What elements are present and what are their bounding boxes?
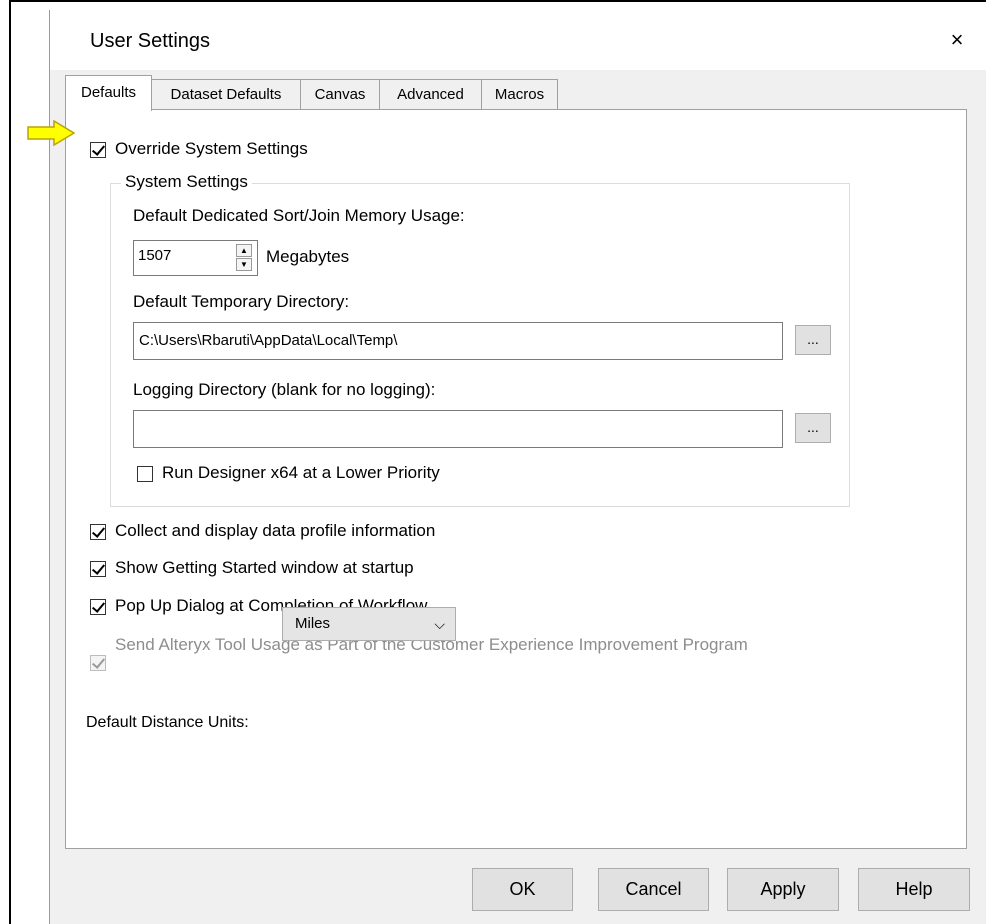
- send-usage-label: Send Alteryx Tool Usage as Part of the C…: [115, 635, 748, 654]
- close-icon: ×: [950, 27, 964, 52]
- override-system-settings-checkbox[interactable]: [90, 142, 106, 158]
- screenshot-frame-left: [9, 0, 11, 924]
- memory-usage-spinner[interactable]: 1507 ▲ ▼: [133, 240, 258, 276]
- memory-usage-value: 1507: [138, 247, 172, 264]
- checkmark-icon: [91, 524, 106, 538]
- cancel-button[interactable]: Cancel: [598, 868, 709, 911]
- tab-label: Defaults: [80, 84, 137, 101]
- logging-directory-label: Logging Directory (blank for no logging)…: [133, 380, 436, 399]
- help-button[interactable]: Help: [858, 868, 970, 911]
- yellow-arrow-annotation: [27, 120, 75, 146]
- spin-down-button[interactable]: ▼: [236, 258, 252, 271]
- tab-label: Canvas: [314, 86, 366, 103]
- memory-unit-label: Megabytes: [266, 247, 350, 266]
- title-bar: User Settings ×: [50, 10, 986, 70]
- tab-advanced[interactable]: Advanced: [379, 79, 482, 109]
- ok-button[interactable]: OK: [472, 868, 573, 911]
- temp-directory-label: Default Temporary Directory:: [133, 292, 350, 311]
- browse-logging-directory-button[interactable]: ...: [795, 413, 831, 443]
- collect-data-profile-label: Collect and display data profile informa…: [115, 521, 436, 540]
- popup-dialog-checkbox[interactable]: [90, 599, 106, 615]
- browse-temp-directory-button[interactable]: ...: [795, 325, 831, 355]
- logging-directory-input[interactable]: [133, 410, 783, 448]
- checkmark-icon: [91, 142, 106, 156]
- tab-canvas[interactable]: Canvas: [300, 79, 380, 109]
- close-button[interactable]: ×: [937, 20, 977, 60]
- lower-priority-checkbox[interactable]: [137, 466, 153, 482]
- chevron-down-icon: ⌵: [434, 616, 445, 632]
- defaults-tab-panel: Override System Settings System Settings…: [27, 109, 967, 849]
- lower-priority-label: Run Designer x64 at a Lower Priority: [162, 463, 440, 482]
- distance-units-label: Default Distance Units:: [86, 714, 249, 731]
- checkmark-icon: [91, 599, 106, 613]
- tab-label: Dataset Defaults: [170, 86, 282, 103]
- spinner-buttons: ▲ ▼: [236, 244, 252, 272]
- tab-macros[interactable]: Macros: [481, 79, 558, 109]
- checkmark-icon: [91, 655, 106, 669]
- user-settings-dialog: User Settings × Defaults Dataset Default…: [27, 10, 986, 924]
- system-settings-group: System Settings Default Dedicated Sort/J…: [110, 172, 850, 507]
- spin-up-button[interactable]: ▲: [236, 244, 252, 257]
- tab-dataset-defaults[interactable]: Dataset Defaults: [151, 79, 301, 109]
- screenshot-frame-top: [9, 0, 986, 2]
- collect-data-profile-checkbox[interactable]: [90, 524, 106, 540]
- dialog-title: User Settings: [90, 30, 211, 52]
- apply-button[interactable]: Apply: [727, 868, 839, 911]
- memory-usage-label: Default Dedicated Sort/Join Memory Usage…: [133, 206, 465, 225]
- send-usage-checkbox[interactable]: [90, 655, 106, 671]
- show-getting-started-label: Show Getting Started window at startup: [115, 558, 414, 577]
- tab-defaults[interactable]: Defaults: [65, 75, 152, 111]
- tab-label: Macros: [494, 86, 545, 103]
- group-title: System Settings: [121, 172, 252, 192]
- distance-units-value: Miles: [295, 615, 331, 632]
- tab-label: Advanced: [397, 86, 464, 103]
- show-getting-started-checkbox[interactable]: [90, 561, 106, 577]
- temp-directory-input[interactable]: C:\Users\Rbaruti\AppData\Local\Temp\: [133, 322, 783, 360]
- checkmark-icon: [91, 561, 106, 575]
- override-system-settings-label: Override System Settings: [115, 139, 308, 158]
- distance-units-dropdown[interactable]: Miles ⌵: [282, 607, 456, 641]
